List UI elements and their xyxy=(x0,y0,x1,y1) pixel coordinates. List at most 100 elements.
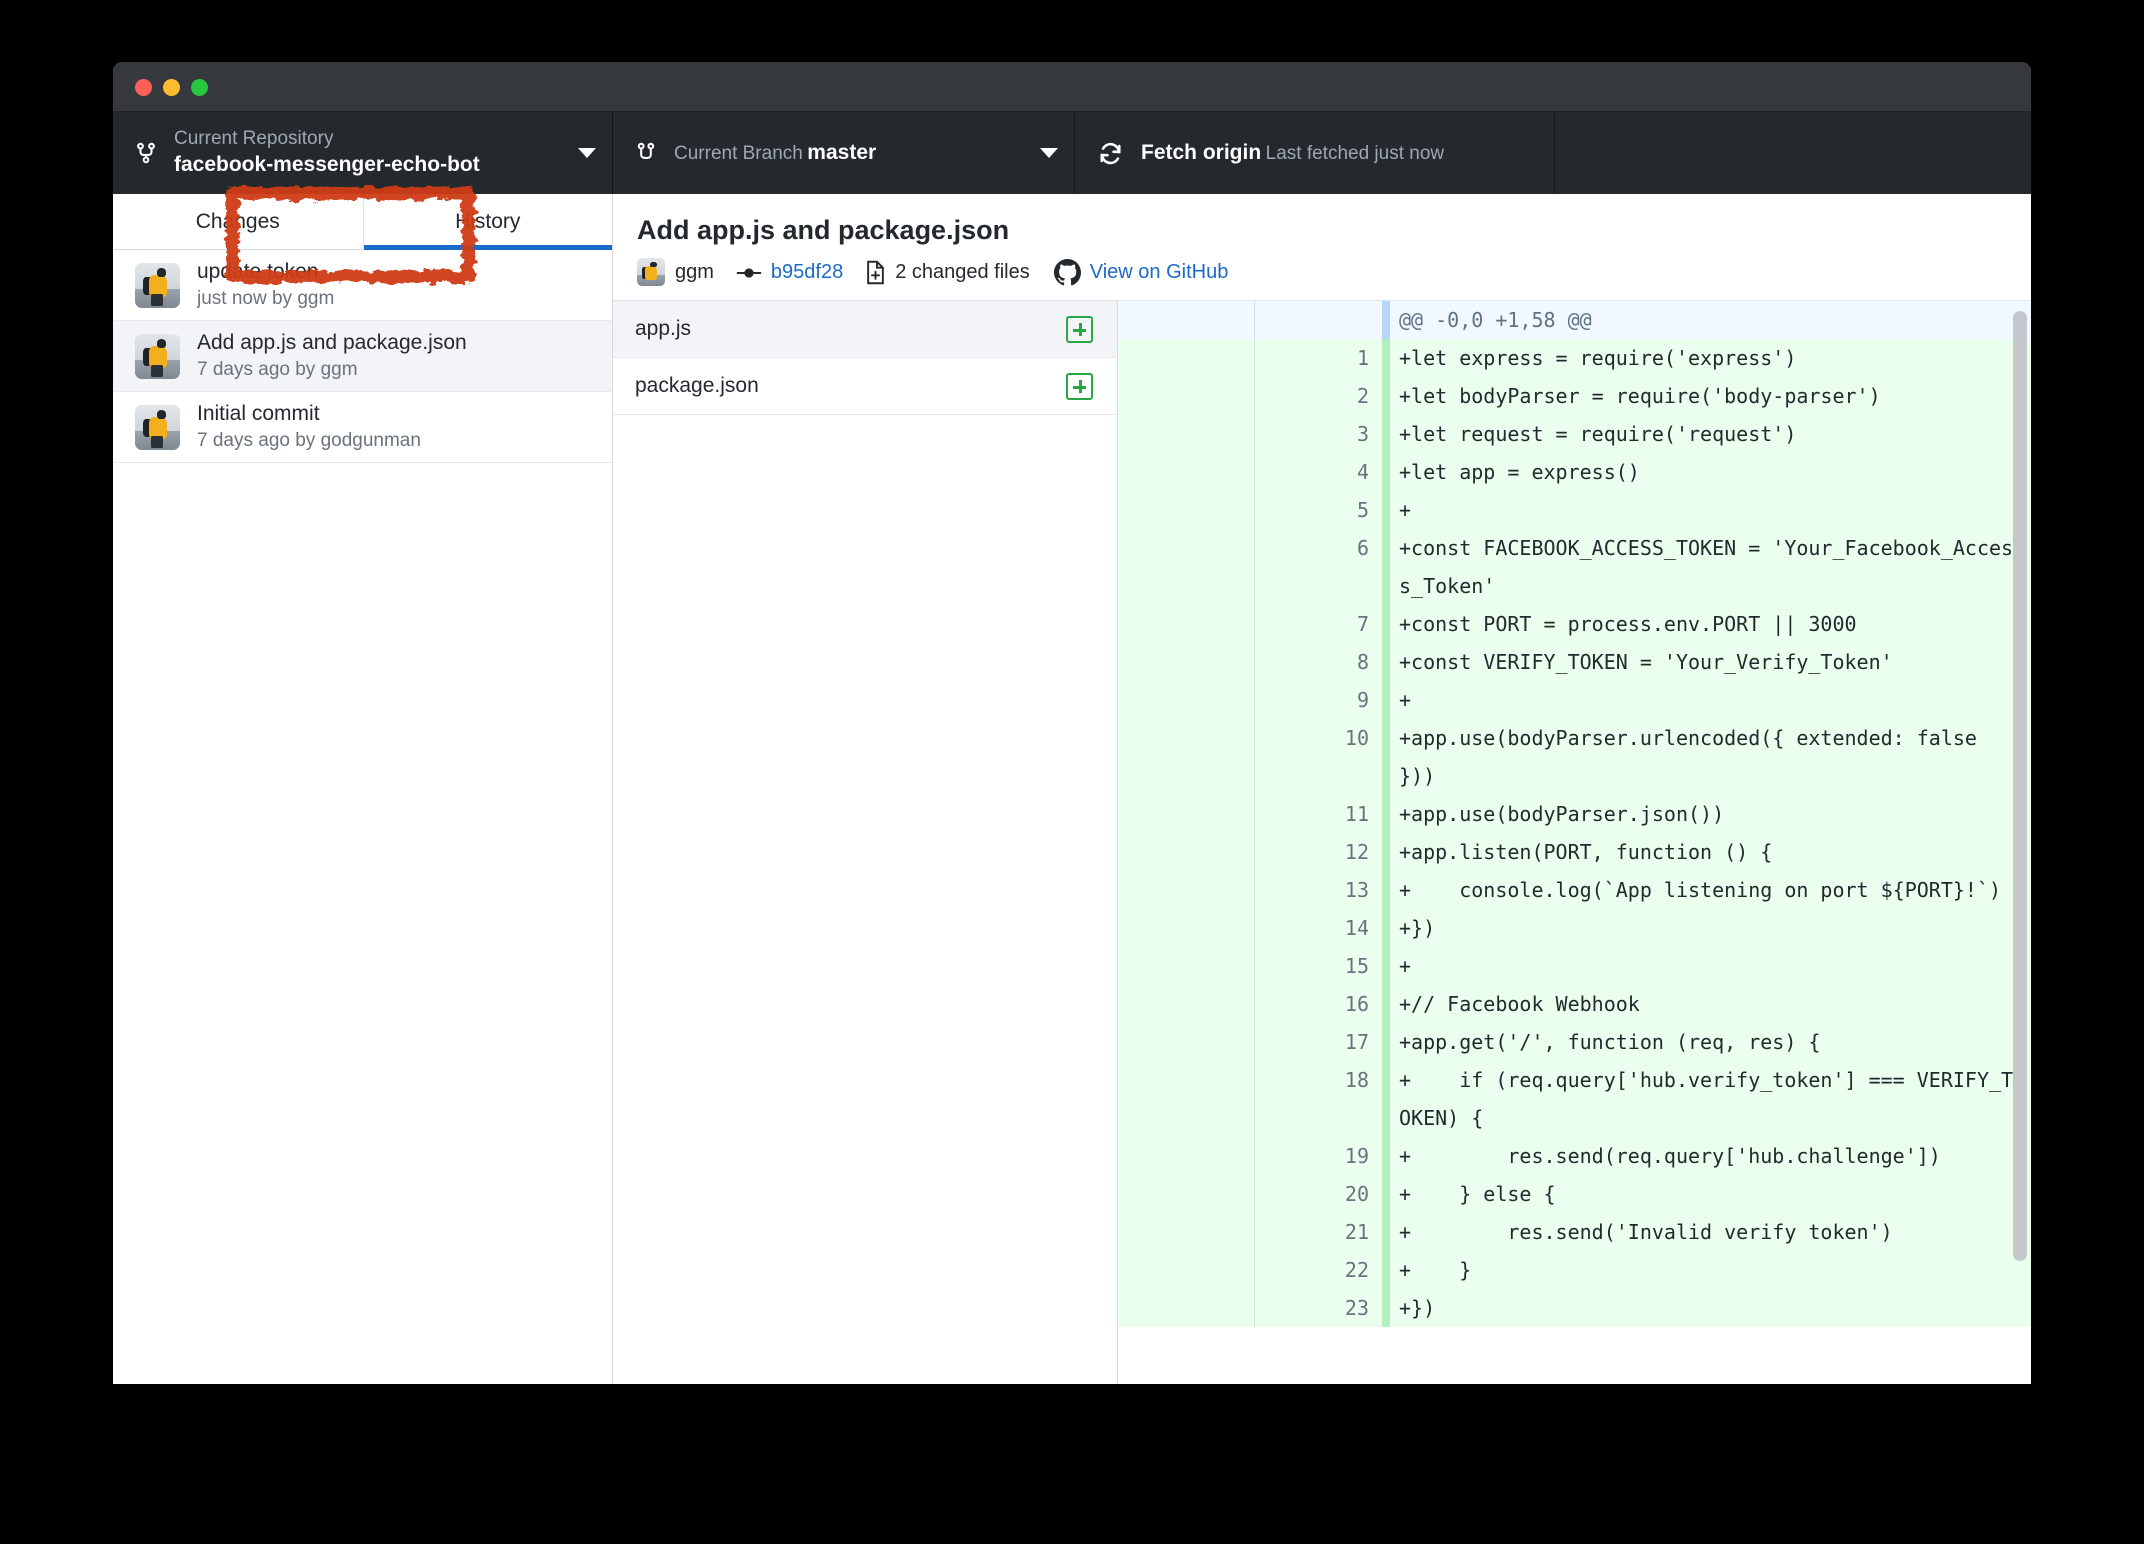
diff-old-line-number xyxy=(1118,339,1255,378)
minimize-window-icon[interactable] xyxy=(163,79,180,96)
diff-added-line-row: 23 +}) xyxy=(1118,1289,2031,1328)
diff-new-line-number: 21 xyxy=(1344,1220,1369,1245)
diff-old-line-number xyxy=(1118,947,1255,986)
diff-added-line-row: 22 + } xyxy=(1118,1251,2031,1290)
diff-added-line-row: 16 +// Facebook Webhook xyxy=(1118,985,2031,1024)
diff-old-line-number xyxy=(1118,1023,1255,1062)
diff-code-line: +const FACEBOOK_ACCESS_TOKEN = 'Your_Fac… xyxy=(1399,536,2014,599)
table-row[interactable]: app.js xyxy=(613,301,1117,359)
diff-old-line-number xyxy=(1118,833,1255,872)
tab-history[interactable]: History xyxy=(362,194,612,250)
diff-code-line: +// Facebook Webhook xyxy=(1399,992,1640,1017)
current-branch-value: master xyxy=(807,141,877,165)
tab-changes[interactable]: Changes xyxy=(113,194,363,250)
chevron-down-icon[interactable] xyxy=(578,148,596,158)
diff-new-line-number: 13 xyxy=(1344,878,1369,903)
diff-code-line: +}) xyxy=(1399,1296,1436,1321)
diff-vertical-scrollbar[interactable] xyxy=(2013,311,2027,1262)
diff-old-line-number xyxy=(1118,909,1255,948)
diff-change-stripe xyxy=(1382,415,1390,454)
diff-new-line-number: 19 xyxy=(1344,1144,1369,1169)
maximize-window-icon[interactable] xyxy=(191,79,208,96)
sidebar-tabs: Changes History xyxy=(113,194,612,250)
diff-added-line-row: 10 +app.use(bodyParser.urlencoded({ exten… xyxy=(1118,719,2031,796)
view-on-github-label: View on GitHub xyxy=(1089,260,1229,283)
diff-old-line-number xyxy=(1118,453,1255,492)
fetch-origin-button[interactable]: Fetch origin Last fetched just now xyxy=(1075,112,1555,194)
diff-old-line-number xyxy=(1118,871,1255,910)
commit-list: update token just now by ggm Add app.js … xyxy=(113,250,612,1384)
diff-viewer[interactable]: @@ -0,0 +1,58 @@ 1 +let express = require(… xyxy=(1118,301,2031,1384)
diff-code-line: +app.get('/', function (req, res) { xyxy=(1399,1030,1821,1055)
diff-new-line-number: 6 xyxy=(1356,536,1369,561)
diff-change-stripe xyxy=(1382,491,1390,530)
diff-change-stripe xyxy=(1382,1023,1390,1062)
diff-code-line: + } xyxy=(1399,1258,1472,1283)
changed-files-label: 2 changed files xyxy=(895,260,1030,283)
diff-new-line-number: 15 xyxy=(1344,954,1369,979)
diff-new-line-number: 11 xyxy=(1344,802,1369,827)
diff-code-line: +const PORT = process.env.PORT || 3000 xyxy=(1399,612,1857,637)
commit-summary-header: Add app.js and package.json ggm b95df28 … xyxy=(613,194,2031,302)
tab-changes-label: Changes xyxy=(195,209,280,233)
toolbar-empty-area xyxy=(1555,112,2031,194)
commit-sha-label: b95df28 xyxy=(770,260,844,283)
close-window-icon[interactable] xyxy=(135,79,152,96)
list-item[interactable]: update token just now by ggm xyxy=(113,250,612,321)
diff-code-line: @@ -0,0 +1,58 @@ xyxy=(1399,308,1592,333)
diff-split: app.js package.json @@ -0,0 +1,58 @@ 1 +le… xyxy=(613,301,2031,1384)
commit-title: update token xyxy=(197,260,319,283)
diff-added-line-row: 6 +const FACEBOOK_ACCESS_TOKEN = 'Your_Fa… xyxy=(1118,529,2031,606)
current-repository-value: facebook-messenger-echo-bot xyxy=(174,153,480,177)
diff-added-line-row: 7 +const PORT = process.env.PORT || 3000 xyxy=(1118,605,2031,644)
commit-detail-pane: Add app.js and package.json ggm b95df28 … xyxy=(613,194,2031,1384)
current-branch-label: Current Branch xyxy=(674,143,803,165)
view-on-github-link[interactable]: View on GitHub xyxy=(1053,258,1229,286)
changed-files-count: 2 changed files xyxy=(865,260,1030,285)
diff-added-line-row: 2 +let bodyParser = require('body-parser'… xyxy=(1118,377,2031,416)
chevron-down-icon[interactable] xyxy=(1040,148,1058,158)
commit-meta: 7 days ago by godgunman xyxy=(197,430,421,452)
table-row[interactable]: package.json xyxy=(613,358,1117,416)
changed-file-list: app.js package.json xyxy=(613,301,1118,1384)
diff-old-line-number xyxy=(1118,1289,1255,1328)
diff-added-line-row: 1 +let express = require('express') xyxy=(1118,339,2031,378)
current-repository-button[interactable]: Current Repository facebook-messenger-ec… xyxy=(113,112,613,194)
page-title: Add app.js and package.json xyxy=(637,215,1010,245)
diff-change-stripe xyxy=(1382,339,1390,378)
diff-code-line: + res.send('Invalid verify token') xyxy=(1399,1220,1893,1245)
diff-old-line-number xyxy=(1118,529,1255,606)
diff-old-line-number xyxy=(1118,719,1255,796)
diff-old-line-number xyxy=(1118,1137,1255,1176)
diff-old-line-number xyxy=(1118,795,1255,834)
list-item[interactable]: Add app.js and package.json 7 days ago b… xyxy=(113,321,612,392)
diff-added-line-row: 13 + console.log(`App listening on port $… xyxy=(1118,871,2031,910)
diff-added-line-row: 3 +let request = require('request') xyxy=(1118,415,2031,454)
diff-new-line-number xyxy=(1255,301,1382,339)
current-branch-button[interactable]: Current Branch master xyxy=(613,112,1075,194)
diff-new-line-number: 20 xyxy=(1344,1182,1369,1207)
diff-old-line-number xyxy=(1118,1175,1255,1214)
commit-meta: just now by ggm xyxy=(197,288,335,310)
fetch-origin-title: Fetch origin xyxy=(1141,141,1262,165)
avatar xyxy=(135,262,180,308)
commit-sha[interactable]: b95df28 xyxy=(736,261,843,284)
diff-new-line-number: 5 xyxy=(1356,498,1369,523)
diff-new-line-number: 23 xyxy=(1344,1296,1369,1321)
diff-new-line-number: 17 xyxy=(1344,1030,1369,1055)
list-item[interactable]: Initial commit 7 days ago by godgunman xyxy=(113,392,612,463)
diff-old-line-number xyxy=(1118,377,1255,416)
diff-old-line-number xyxy=(1118,985,1255,1024)
diff-code-line: + console.log(`App listening on port ${P… xyxy=(1399,878,2002,903)
diff-change-stripe xyxy=(1382,453,1390,492)
commit-meta: 7 days ago by ggm xyxy=(197,359,358,381)
diff-old-line-number xyxy=(1118,681,1255,720)
diff-code-line: +let request = require('request') xyxy=(1399,422,1797,447)
diff-change-stripe xyxy=(1382,985,1390,1024)
diff-added-line-row: 5 + xyxy=(1118,491,2031,530)
diff-change-stripe xyxy=(1382,301,1390,340)
diff-new-line-number: 14 xyxy=(1344,916,1369,941)
diff-change-stripe xyxy=(1382,795,1390,834)
diff-new-line-number: 16 xyxy=(1344,992,1369,1017)
current-repository-label: Current Repository xyxy=(174,128,334,150)
